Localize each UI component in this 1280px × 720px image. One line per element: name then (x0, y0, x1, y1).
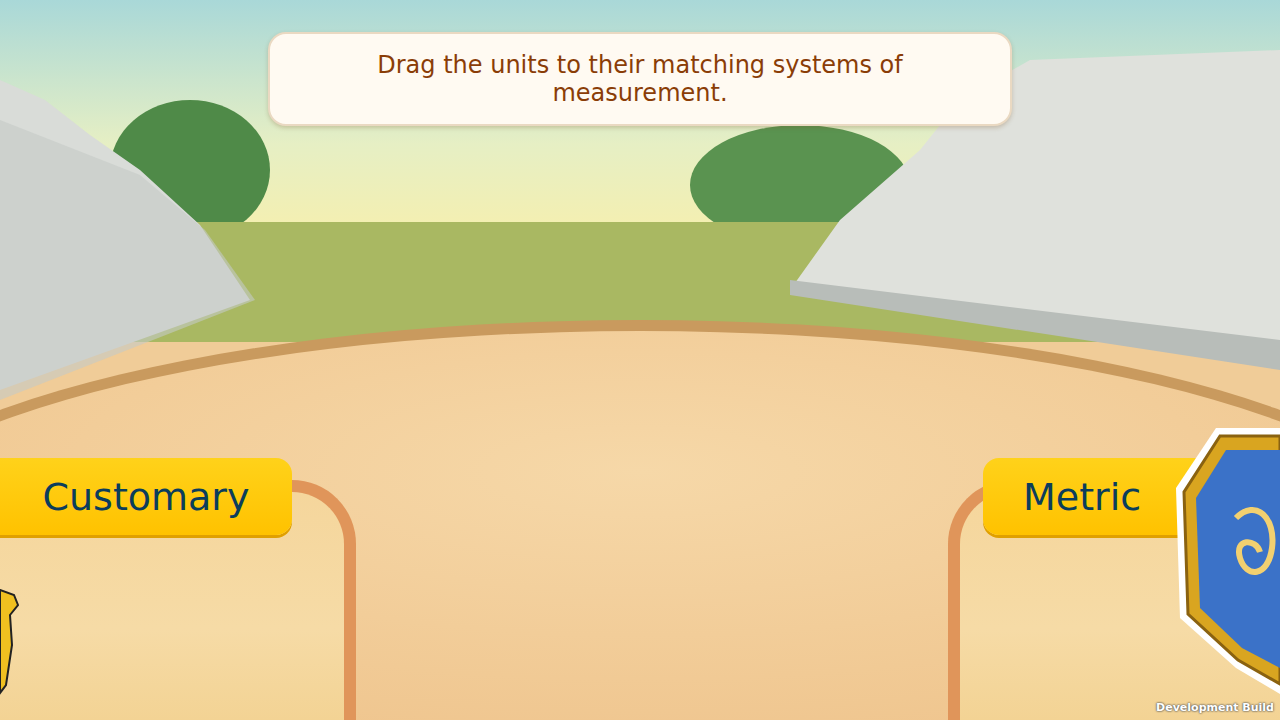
game-stage: Drag the units to their matching systems… (0, 0, 1280, 720)
character-icon (0, 585, 20, 695)
build-label: Development Build (1156, 701, 1274, 714)
shield-badge-icon[interactable] (1176, 428, 1280, 694)
zone-label: Customary (0, 458, 292, 535)
instruction-banner: Drag the units to their matching systems… (268, 32, 1012, 126)
drop-zone[interactable]: Customary (0, 458, 356, 720)
